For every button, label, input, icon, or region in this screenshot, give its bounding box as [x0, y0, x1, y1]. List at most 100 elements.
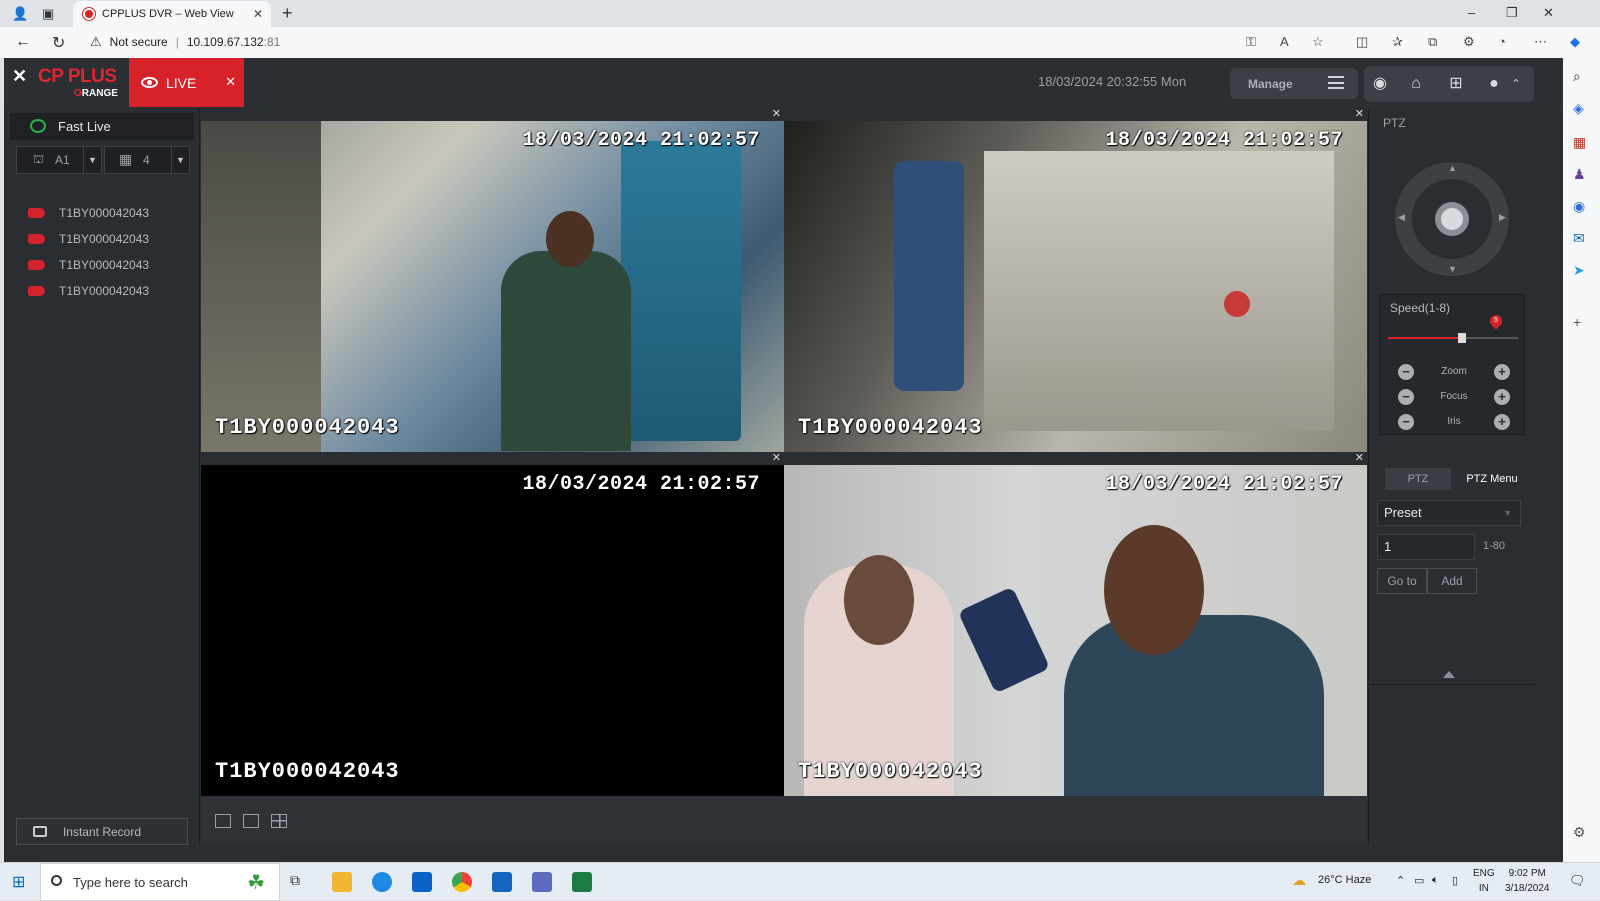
iris-plus-button[interactable]: +	[1494, 414, 1510, 430]
video-tile-4[interactable]: ✕ 18/03/2024 21:02:57 T1BY000042043	[784, 452, 1367, 796]
search-icon[interactable]: ⌕	[1573, 68, 1581, 85]
zoom-out-button[interactable]: −	[1398, 364, 1414, 380]
joystick-center-button[interactable]	[1435, 202, 1469, 236]
ptz-joystick[interactable]: ▲ ▼ ◀ ▶	[1395, 162, 1509, 276]
instant-record-button[interactable]: Instant Record	[16, 818, 188, 845]
add-preset-button[interactable]: Add	[1427, 568, 1477, 594]
more-options-icon[interactable]: ⋯	[1534, 34, 1547, 50]
fullscreen-icon[interactable]	[215, 814, 231, 828]
preset-select[interactable]: Preset ▼	[1377, 500, 1521, 526]
tab-ptz[interactable]: PTZ	[1385, 468, 1451, 490]
layout-select[interactable]: ▦ 4 ▼	[104, 146, 190, 174]
iris-minus-button[interactable]: −	[1398, 414, 1414, 430]
minimize-icon[interactable]: –	[1468, 5, 1475, 20]
close-tile-icon[interactable]: ✕	[772, 451, 781, 464]
copilot-icon[interactable]: ◆	[1570, 34, 1580, 50]
close-tile-icon[interactable]: ✕	[1355, 107, 1364, 120]
close-tile-icon[interactable]: ✕	[772, 107, 781, 120]
preset-select-value: Preset	[1384, 505, 1422, 520]
app-window-icon[interactable]	[492, 872, 512, 892]
windows-start-icon[interactable]: ⊞	[12, 872, 25, 892]
sidebar-settings-icon[interactable]: ⚙	[1573, 824, 1586, 841]
send-icon[interactable]: ➤	[1573, 262, 1585, 279]
games-icon[interactable]: ♟	[1573, 166, 1586, 183]
extensions-icon[interactable]: ⚙	[1463, 34, 1475, 50]
arrow-down-icon[interactable]: ▼	[1448, 264, 1457, 274]
taskbar-clock[interactable]: 9:02 PM 3/18/2024	[1505, 866, 1550, 896]
tab-actions-icon[interactable]: ▣	[42, 6, 54, 22]
arrow-right-icon[interactable]: ▶	[1499, 212, 1506, 223]
battery-icon[interactable]: ▯	[1452, 874, 1458, 887]
restore-icon[interactable]: ❐	[1506, 5, 1518, 21]
network-icon[interactable]: ▭	[1414, 874, 1424, 887]
key-icon[interactable]: ⚿	[1246, 34, 1256, 50]
taskbar-search[interactable]: Type here to search ☘	[40, 863, 280, 901]
chevron-up-icon[interactable]: ⌃	[1504, 72, 1528, 96]
weather-text[interactable]: 26°C Haze	[1318, 874, 1371, 886]
toolbox-icon[interactable]: ▦	[1573, 134, 1586, 151]
close-tab-icon[interactable]: ✕	[253, 7, 263, 21]
single-view-icon[interactable]	[243, 814, 259, 828]
live-tab[interactable]: LIVE ✕	[129, 58, 244, 107]
arrow-left-icon[interactable]: ◀	[1398, 212, 1405, 223]
language-indicator[interactable]: ENG IN	[1473, 866, 1495, 896]
app-header: ✕ CP PLUS ORANGE LIVE ✕ 18/03/2024 20:32…	[4, 58, 1563, 108]
edge-icon[interactable]	[372, 872, 392, 892]
collapse-arrow-icon[interactable]	[1443, 671, 1455, 678]
performance-icon[interactable]: ◔	[1498, 34, 1506, 49]
goto-preset-button[interactable]: Go to	[1377, 568, 1427, 594]
home-icon[interactable]: ⌂	[1404, 72, 1428, 96]
manage-button[interactable]: Manage	[1230, 68, 1358, 99]
url-field[interactable]: ⚠ Not secure | 10.109.67.132:81	[90, 30, 1340, 54]
camera-icon	[28, 208, 45, 218]
preset-number-input[interactable]: 1	[1377, 534, 1475, 560]
read-aloud-icon[interactable]: A	[1280, 34, 1289, 49]
new-tab-icon[interactable]: +	[282, 3, 293, 24]
layout-grid-icon[interactable]: ⊞	[1444, 72, 1468, 96]
list-item[interactable]: T1BY000042043	[4, 200, 200, 226]
video-tile-1[interactable]: ✕ 18/03/2024 21:02:57 T1BY000042043	[201, 108, 784, 452]
close-live-tab-icon[interactable]: ✕	[225, 74, 236, 90]
speed-slider-knob[interactable]	[1458, 333, 1466, 343]
arrow-up-icon[interactable]: ▲	[1448, 163, 1457, 173]
fast-live-header[interactable]: Fast Live	[10, 113, 194, 140]
tab-ptz-menu[interactable]: PTZ Menu	[1459, 468, 1525, 490]
tag-icon[interactable]: ◈	[1573, 100, 1584, 117]
excel-icon[interactable]	[572, 872, 592, 892]
show-hidden-icons-icon[interactable]: ⌃	[1396, 874, 1405, 887]
quad-view-icon[interactable]	[271, 814, 287, 828]
video-tile-2[interactable]: ✕ 18/03/2024 21:02:57 T1BY000042043	[784, 108, 1367, 452]
task-view-icon[interactable]: ⧉	[290, 872, 310, 892]
live-view-icon[interactable]: ◉	[1368, 72, 1392, 96]
speed-slider[interactable]	[1388, 333, 1518, 343]
favorite-star-icon[interactable]: ☆	[1312, 34, 1324, 50]
browser-tab[interactable]: CPPLUS DVR – Web View ✕	[73, 1, 271, 27]
video-tile-3[interactable]: ✕ 18/03/2024 21:02:57 T1BY000042043	[201, 452, 784, 796]
outlook-icon[interactable]: ✉	[1573, 230, 1585, 247]
list-item[interactable]: T1BY000042043	[4, 226, 200, 252]
focus-plus-button[interactable]: +	[1494, 389, 1510, 405]
focus-minus-button[interactable]: −	[1398, 389, 1414, 405]
outlook-taskbar-icon[interactable]	[412, 872, 432, 892]
list-item[interactable]: T1BY000042043	[4, 252, 200, 278]
refresh-icon[interactable]: ↻	[52, 33, 65, 53]
collections-icon[interactable]: ⧉	[1428, 34, 1437, 50]
add-sidebar-icon[interactable]: +	[1573, 314, 1581, 330]
menu-icon	[1328, 76, 1344, 89]
volume-icon[interactable]: 🔈︎	[1432, 874, 1439, 887]
back-icon[interactable]: ←	[15, 33, 31, 51]
chrome-icon[interactable]	[452, 872, 472, 892]
file-explorer-icon[interactable]	[332, 872, 352, 892]
split-screen-icon[interactable]: ◫	[1356, 34, 1368, 50]
notification-icon[interactable]: 🗨︎	[1569, 873, 1586, 889]
close-window-icon[interactable]: ✕	[1543, 5, 1554, 21]
user-icon[interactable]: ●	[1482, 72, 1506, 96]
group-select[interactable]: ⛫ A1 ▼	[16, 146, 102, 174]
teams-icon[interactable]	[532, 872, 552, 892]
zoom-in-button[interactable]: +	[1494, 364, 1510, 380]
list-item[interactable]: T1BY000042043	[4, 278, 200, 304]
office-icon[interactable]: ◉	[1573, 198, 1585, 215]
favorites-icon[interactable]: ✰	[1392, 34, 1403, 50]
close-tile-icon[interactable]: ✕	[1355, 451, 1364, 464]
profile-icon[interactable]: 👤	[12, 6, 28, 22]
